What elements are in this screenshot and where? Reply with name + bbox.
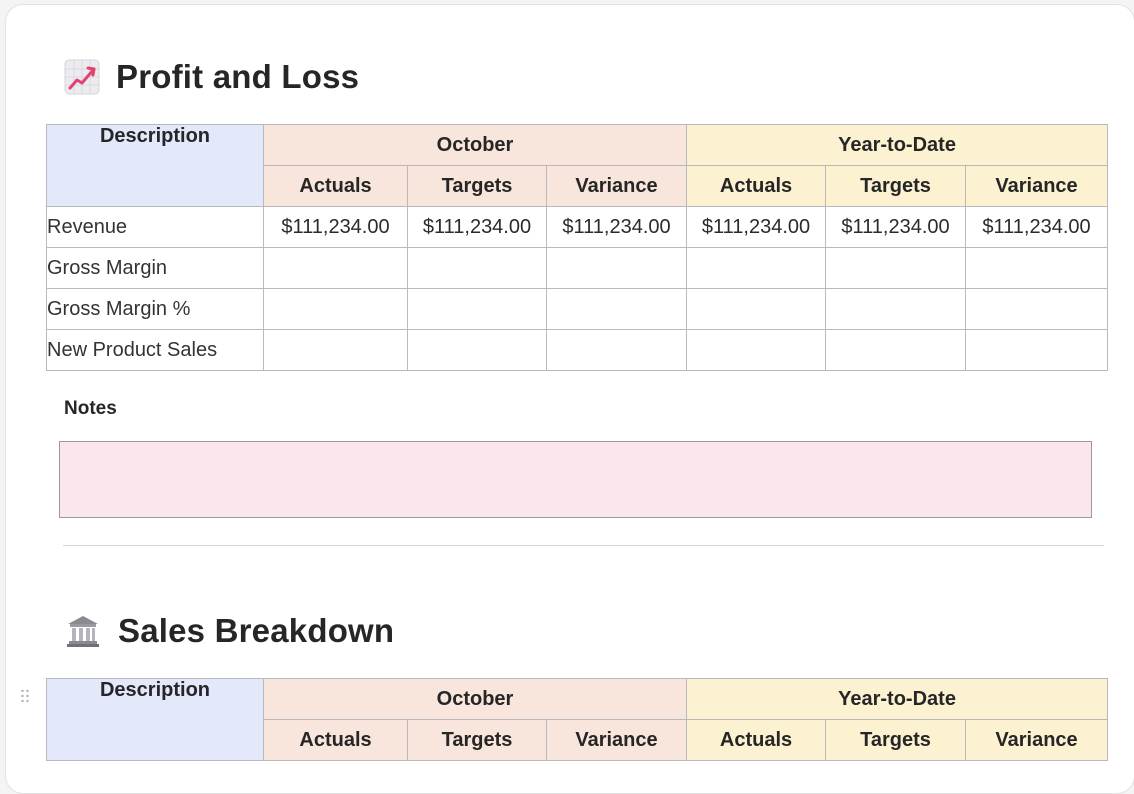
table-cell[interactable]	[263, 329, 408, 371]
table-cell[interactable]	[686, 247, 827, 289]
table-cell[interactable]: $111,234.00	[545, 206, 688, 248]
october-group-header: October	[262, 124, 688, 166]
profit-loss-table: Description October Year-to-Date Actuals…	[46, 124, 1109, 371]
table-cell[interactable]	[965, 247, 1109, 289]
notes-field[interactable]	[59, 441, 1092, 518]
table-cell[interactable]	[545, 247, 688, 289]
table-cell[interactable]	[407, 288, 547, 330]
october-targets-header: Targets	[407, 719, 547, 761]
ytd-group-header: Year-to-Date	[686, 678, 1109, 720]
notes-label: Notes	[64, 398, 117, 419]
section-title: Sales Breakdown	[64, 612, 394, 650]
table-cell[interactable]: $111,234.00	[965, 206, 1109, 248]
table-row: Gross Margin	[46, 247, 1109, 289]
row-label[interactable]: New Product Sales	[46, 329, 264, 371]
ytd-variance-header: Variance	[965, 165, 1109, 207]
section-divider	[63, 545, 1104, 546]
table-row: Revenue $111,234.00 $111,234.00 $111,234…	[46, 206, 1109, 248]
october-targets-header: Targets	[407, 165, 547, 207]
table-cell[interactable]	[825, 247, 967, 289]
october-group-header: October	[262, 678, 688, 720]
section-title-text: Sales Breakdown	[118, 612, 395, 649]
table-cell[interactable]	[545, 329, 688, 371]
table-cell[interactable]: $111,234.00	[686, 206, 827, 248]
ytd-targets-header: Targets	[825, 719, 967, 761]
drag-handle-icon[interactable]	[20, 689, 30, 703]
description-header: Description	[46, 124, 264, 207]
table-cell[interactable]	[825, 288, 967, 330]
table-cell[interactable]	[825, 329, 967, 371]
ytd-targets-header: Targets	[825, 165, 967, 207]
october-variance-header: Variance	[545, 719, 688, 761]
description-header: Description	[46, 678, 264, 761]
table-cell[interactable]	[545, 288, 688, 330]
table-cell[interactable]	[263, 288, 408, 330]
ytd-variance-header: Variance	[965, 719, 1109, 761]
sales-breakdown-table: Description October Year-to-Date Actuals…	[46, 678, 1109, 761]
row-label[interactable]: Revenue	[46, 206, 264, 248]
october-variance-header: Variance	[545, 165, 688, 207]
table-cell[interactable]	[686, 288, 827, 330]
table-cell[interactable]: $111,234.00	[825, 206, 967, 248]
table-cell[interactable]	[407, 247, 547, 289]
table-row: Gross Margin %	[46, 288, 1109, 330]
table-row: New Product Sales	[46, 329, 1109, 371]
table-cell[interactable]	[965, 329, 1109, 371]
row-label[interactable]: Gross Margin %	[46, 288, 264, 330]
ytd-actuals-header: Actuals	[686, 165, 827, 207]
table-cell[interactable]: $111,234.00	[263, 206, 408, 248]
table-cell[interactable]	[965, 288, 1109, 330]
october-actuals-header: Actuals	[263, 165, 408, 207]
table-cell[interactable]	[686, 329, 827, 371]
row-label[interactable]: Gross Margin	[46, 247, 264, 289]
bank-icon	[64, 612, 102, 650]
table-cell[interactable]	[407, 329, 547, 371]
table-cell[interactable]: $111,234.00	[407, 206, 547, 248]
ytd-actuals-header: Actuals	[686, 719, 827, 761]
ytd-group-header: Year-to-Date	[686, 124, 1109, 166]
document-card	[5, 4, 1134, 794]
page-title: Profit and Loss	[64, 58, 359, 96]
chart-increasing-icon	[64, 59, 100, 95]
table-cell[interactable]	[263, 247, 408, 289]
section-title-text: Profit and Loss	[116, 58, 360, 95]
october-actuals-header: Actuals	[263, 719, 408, 761]
